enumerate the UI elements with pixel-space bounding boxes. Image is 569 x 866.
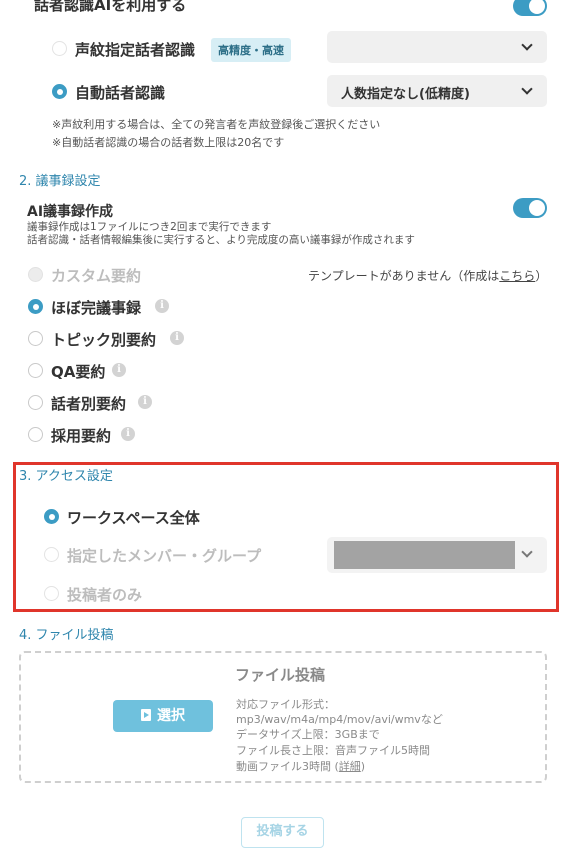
auto-speaker-label: 自動話者認識: [75, 84, 166, 102]
ai-minutes-toggle[interactable]: [513, 198, 547, 218]
template-note: テンプレートがありません（作成はこちら）: [308, 267, 547, 284]
template-create-link[interactable]: こちら: [499, 269, 535, 283]
voiceprint-select[interactable]: [327, 31, 547, 63]
custom-summary-label: カスタム要約: [51, 267, 142, 285]
details-link[interactable]: 詳細: [339, 760, 361, 773]
voiceprint-note: ※声紋利用する場合は、全ての発言者を声紋登録後ご選択ください: [52, 118, 381, 131]
info-icon[interactable]: i: [170, 331, 184, 345]
speaker-ai-toggle[interactable]: [513, 0, 547, 16]
minutes-option-label-3: 話者別要約: [51, 395, 127, 413]
submit-button[interactable]: 投稿する: [241, 817, 324, 848]
minutes-option-label-4: 採用要約: [51, 427, 112, 445]
access-option-radio-0[interactable]: [44, 509, 59, 524]
video-limit-suffix: ): [360, 760, 366, 773]
auto-speaker-note: ※自動話者認識の場合の話者数上限は20名です: [52, 136, 285, 149]
minutes-tip-note: 話者認識・話者情報編集後に実行すると、より完成度の高い議事録が作成されます: [27, 234, 415, 246]
access-option-radio-1[interactable]: [44, 547, 59, 562]
info-icon[interactable]: i: [112, 363, 126, 377]
minutes-section-title: 2. 議事録設定: [19, 174, 101, 189]
chevron-down-icon: [521, 39, 533, 51]
minutes-limit-note: 議事録作成は1ファイルにつき2回まで実行できます: [27, 221, 272, 233]
chevron-down-icon: [521, 83, 533, 95]
chevron-down-icon: [521, 546, 533, 558]
access-option-label-0: ワークスペース全体: [67, 509, 200, 527]
auto-speaker-radio[interactable]: [52, 84, 67, 99]
minutes-option-radio-3[interactable]: [28, 395, 43, 410]
voiceprint-badge: 高精度・高速: [211, 38, 291, 62]
upload-section-title: 4. ファイル投稿: [19, 628, 114, 643]
template-note-suffix: ）: [535, 269, 548, 283]
member-group-select[interactable]: [327, 537, 547, 573]
member-group-redacted: [334, 541, 515, 569]
minutes-option-label-1: トピック別要約: [51, 331, 157, 349]
video-limit: 動画ファイル3時間 (詳細): [236, 760, 365, 774]
access-option-radio-2[interactable]: [44, 586, 59, 601]
ai-minutes-heading: AI議事録作成: [27, 204, 114, 220]
voiceprint-label: 声紋指定話者認識: [75, 41, 196, 59]
info-icon[interactable]: i: [121, 427, 135, 441]
file-play-icon: [141, 709, 151, 721]
file-select-label: 選択: [157, 708, 185, 724]
access-option-label-1: 指定したメンバー・グループ: [67, 547, 262, 565]
custom-summary-radio: [28, 267, 43, 282]
formats-list: mp3/wav/m4a/mp4/mov/avi/wmvなど: [236, 713, 443, 726]
voiceprint-radio[interactable]: [52, 41, 67, 56]
speaker-count-value: 人数指定なし(低精度): [341, 87, 470, 102]
speaker-count-select[interactable]: 人数指定なし(低精度): [327, 75, 547, 107]
minutes-option-label-2: QA要約: [51, 363, 106, 381]
access-section-title: 3. アクセス設定: [19, 469, 113, 484]
template-note-prefix: テンプレートがありません（作成は: [308, 269, 500, 283]
info-icon[interactable]: i: [138, 395, 152, 409]
access-option-label-2: 投稿者のみ: [67, 586, 143, 604]
formats-label: 対応ファイル形式：: [236, 698, 335, 711]
minutes-option-radio-1[interactable]: [28, 331, 43, 346]
minutes-option-radio-0[interactable]: [28, 299, 43, 314]
file-select-button[interactable]: 選択: [113, 700, 213, 732]
minutes-option-radio-4[interactable]: [28, 427, 43, 442]
upload-title: ファイル投稿: [235, 666, 326, 684]
info-icon[interactable]: i: [155, 299, 169, 313]
minutes-option-radio-2[interactable]: [28, 363, 43, 378]
speaker-heading: 話者認識AIを利用する: [34, 0, 187, 14]
length-limit: ファイル長さ上限：音声ファイル5時間: [236, 744, 430, 757]
size-limit: データサイズ上限：3GBまで: [236, 728, 380, 741]
minutes-option-label-0: ほぼ完議事録: [51, 299, 142, 317]
video-limit-prefix: 動画ファイル3時間 (: [236, 760, 339, 773]
